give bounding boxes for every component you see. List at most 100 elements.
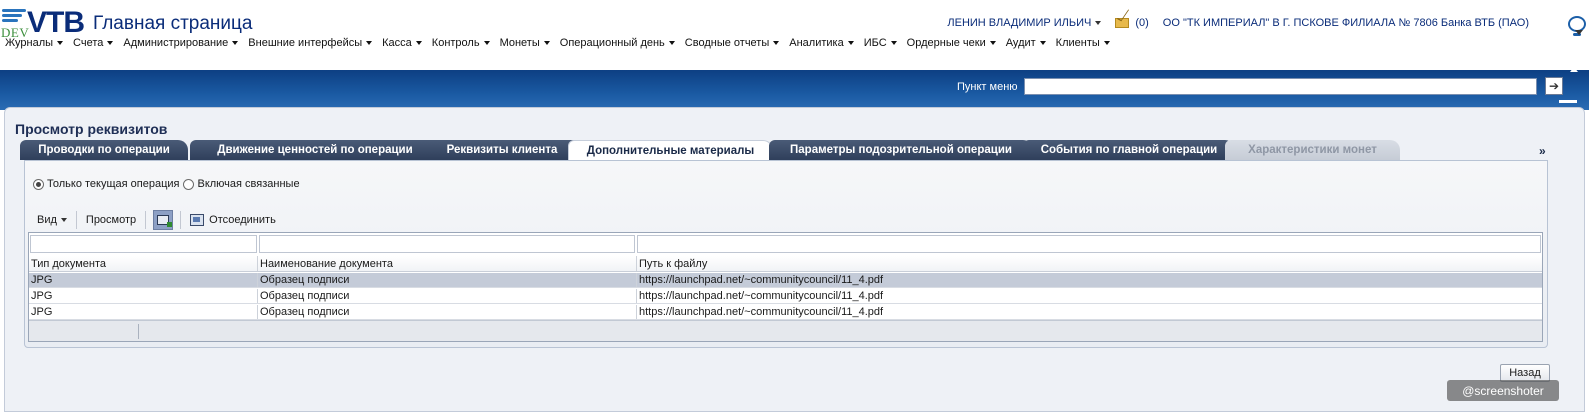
chevron-down-icon [415, 41, 422, 45]
column-header-file-path[interactable]: Путь к файлу [637, 256, 1542, 271]
menu-item-order-checks[interactable]: Ордерные чеки [907, 37, 996, 49]
menu-item-ibs[interactable]: ИБС [864, 37, 897, 49]
menu-search-input[interactable] [1024, 78, 1537, 95]
tab-additional-materials[interactable]: Дополнительные материалы [568, 140, 773, 160]
org-name: ОО "ТК ИМПЕРИАЛ" В Г. ПСКОВЕ ФИЛИАЛА № 7… [1162, 17, 1529, 29]
menu-item-summary-reports[interactable]: Сводные отчеты [685, 37, 780, 49]
chevron-down-icon [1103, 41, 1110, 45]
screenshoter-watermark: @screenshoter [1447, 380, 1559, 401]
preview-button[interactable]: Просмотр [78, 210, 144, 230]
menu-item-audit[interactable]: Аудит [1006, 37, 1046, 49]
panel-title: Просмотр реквизитов [15, 121, 168, 137]
scope-radio-group: Только текущая операция Включая связанны… [33, 178, 304, 190]
radio-current-only-label[interactable]: Только текущая операция [47, 178, 179, 190]
chevron-up-icon[interactable] [1570, 67, 1578, 72]
mail-count[interactable]: (0) [1135, 17, 1148, 29]
cell-file-path[interactable]: https://launchpad.net/~communitycouncil/… [637, 305, 1542, 319]
menu-item-cash[interactable]: Касса [382, 37, 422, 49]
table-row[interactable]: JPG Образец подписи https://launchpad.ne… [29, 289, 1542, 304]
cell-doc-type: JPG [29, 273, 258, 287]
chevron-down-icon [847, 41, 854, 45]
footer-separator [138, 324, 139, 339]
chevron-down-icon [989, 41, 996, 45]
documents-table: Тип документа Наименование документа Пут… [28, 232, 1543, 342]
menu-item-operational-day[interactable]: Операционный день [560, 37, 675, 49]
chevron-down-icon [890, 41, 897, 45]
main-menu: Журналы Счета Администрирование Внешние … [5, 37, 1120, 49]
cell-doc-type: JPG [29, 305, 258, 319]
vtb-logo[interactable]: DEV VTB [0, 4, 92, 40]
table-toolbar: Вид Просмотр Отсоединить [29, 209, 284, 231]
column-header-doc-name[interactable]: Наименование документа [258, 256, 637, 271]
toolbar-separator [180, 211, 182, 229]
filter-doc-type-input[interactable] [30, 235, 257, 253]
cell-file-path[interactable]: https://launchpad.net/~communitycouncil/… [637, 273, 1542, 287]
filter-doc-name-input[interactable] [259, 235, 635, 253]
chevron-down-icon [232, 41, 239, 45]
chevron-down-icon [60, 218, 67, 222]
chevron-down-icon [57, 41, 64, 45]
chevron-down-icon [1575, 30, 1583, 35]
menu-item-control[interactable]: Контроль [432, 37, 490, 49]
table-header: Тип документа Наименование документа Пут… [29, 256, 1542, 272]
tabs-overflow-button[interactable]: » [1539, 144, 1546, 158]
arrow-right-icon: ➔ [1548, 79, 1560, 93]
cell-file-path[interactable]: https://launchpad.net/~communitycouncil/… [637, 289, 1542, 303]
detach-button[interactable]: Отсоединить [182, 210, 284, 230]
table-row[interactable]: JPG Образец подписи https://launchpad.ne… [29, 273, 1542, 288]
menu-scroll-button[interactable] [1571, 28, 1587, 68]
menu-item-analytics[interactable]: Аналитика [789, 37, 854, 49]
tab-client-details[interactable]: Реквизиты клиента [422, 140, 582, 160]
mail-icon[interactable] [1115, 18, 1130, 28]
chevron-down-icon [366, 41, 373, 45]
top-header: DEV VTB Главная страница ЛЕНИН ВЛАДИМИР … [0, 0, 1589, 68]
radio-including-related-label[interactable]: Включая связанные [197, 178, 299, 190]
chevron-down-icon [1039, 41, 1046, 45]
menu-item-administration[interactable]: Администрирование [123, 37, 239, 49]
cell-doc-name: Образец подписи [258, 289, 637, 303]
tab-coin-characteristics: Характеристики монет [1225, 140, 1400, 160]
menu-item-external-interfaces[interactable]: Внешние интерфейсы [248, 37, 373, 49]
logo-stripes-icon [2, 9, 26, 24]
tab-suspicious-operation-params[interactable]: Параметры подозрительной операции [769, 140, 1033, 160]
detach-icon [190, 214, 205, 226]
user-area: ЛЕНИН ВЛАДИМИР ИЛЬИЧ (0) ОО "ТК ИМПЕРИАЛ… [947, 17, 1529, 29]
menu-item-journals[interactable]: Журналы [5, 37, 64, 49]
table-row[interactable]: JPG Образец подписи https://launchpad.ne… [29, 305, 1542, 320]
chevron-down-icon [1095, 21, 1102, 26]
cell-doc-name: Образец подписи [258, 273, 637, 287]
user-menu[interactable]: ЛЕНИН ВЛАДИМИР ИЛЬИЧ [947, 17, 1102, 29]
toolbar-separator [145, 211, 147, 229]
menu-search-label: Пункт меню [957, 81, 1018, 93]
chevron-down-icon [107, 41, 114, 45]
chevron-down-icon [773, 41, 780, 45]
menu-search-bar: Пункт меню ➔ [0, 67, 1589, 110]
tab-values-movement[interactable]: Движение ценностей по операции [190, 140, 440, 160]
toolbar-separator [75, 211, 77, 229]
tab-main-operation-events[interactable]: События по главной операции [1023, 140, 1235, 160]
cell-doc-type: JPG [29, 289, 258, 303]
tab-bar: Проводки по операции Движение ценностей … [20, 140, 1550, 160]
export-button[interactable] [153, 210, 174, 230]
radio-including-related[interactable] [183, 178, 195, 190]
tab-operation-postings[interactable]: Проводки по операции [20, 140, 188, 160]
menu-item-coins[interactable]: Монеты [500, 37, 550, 49]
chevron-down-icon [668, 41, 675, 45]
chevron-down-icon [483, 41, 490, 45]
radio-current-only[interactable] [33, 178, 44, 190]
collapse-handle[interactable] [1559, 100, 1577, 103]
column-header-doc-type[interactable]: Тип документа [29, 256, 258, 271]
page-title: Главная страница [93, 13, 253, 34]
user-name: ЛЕНИН ВЛАДИМИР ИЛЬИЧ [947, 17, 1092, 29]
filter-file-path-input[interactable] [637, 235, 1541, 253]
cell-doc-name: Образец подписи [258, 305, 637, 319]
table-footer [29, 320, 1542, 341]
export-icon [157, 215, 173, 227]
filter-row [29, 235, 1542, 253]
menu-item-accounts[interactable]: Счета [73, 37, 114, 49]
chevron-down-icon [543, 41, 550, 45]
menu-search-go-button[interactable]: ➔ [1545, 77, 1563, 95]
view-menu-button[interactable]: Вид [29, 210, 75, 230]
logo-vtb-text: VTB [27, 6, 85, 39]
menu-item-clients[interactable]: Клиенты [1056, 37, 1110, 49]
